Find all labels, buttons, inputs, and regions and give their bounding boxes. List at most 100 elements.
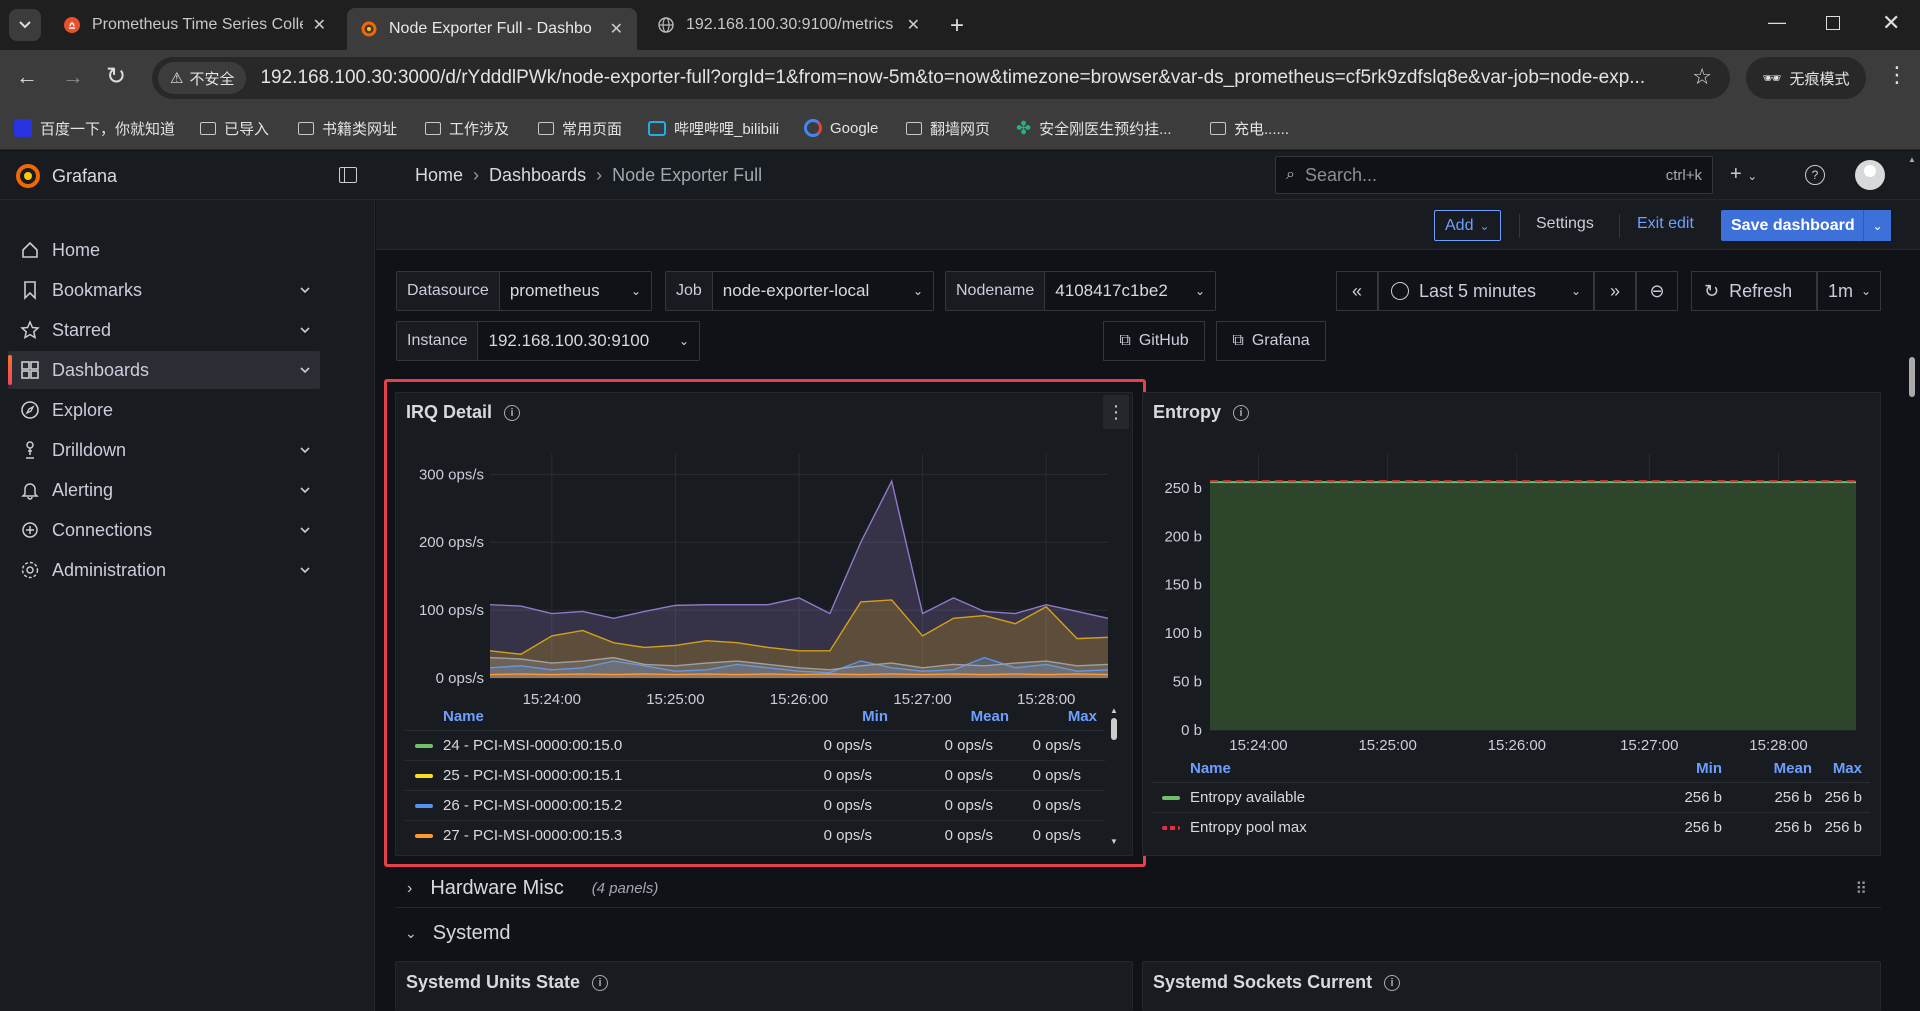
star-icon[interactable]: ☆	[1692, 64, 1712, 90]
legend-row[interactable]: 25 - PCI-MSI-0000:00:15.1 0 ops/s 0 ops/s 0…	[405, 760, 1105, 789]
chevron-down-icon[interactable]	[298, 361, 312, 382]
incognito-chip[interactable]: 🕶 无痕模式	[1746, 57, 1866, 99]
legend-row[interactable]: 24 - PCI-MSI-0000:00:15.0 0 ops/s 0 ops/s 0…	[405, 730, 1105, 759]
row-systemd[interactable]: ⌄ Systemd	[395, 915, 1881, 951]
save-dashboard-button[interactable]: Save dashboard	[1721, 210, 1865, 241]
refresh-button[interactable]: ↻ Refresh	[1691, 271, 1817, 311]
bookmark-folder[interactable]: 书籍类网址	[298, 116, 397, 140]
info-icon[interactable]: i	[592, 974, 609, 991]
legend-row[interactable]: Entropy available 256 b 256 b 256 b	[1152, 782, 1870, 811]
row-hardware-misc[interactable]: › Hardware Misc (4 panels) ⠿	[395, 870, 1881, 908]
nodename-variable[interactable]: Nodename 4108417c1be2 ⌄	[945, 271, 1216, 311]
chevron-down-icon[interactable]	[298, 561, 312, 582]
info-icon[interactable]: i	[504, 404, 521, 421]
legend-row[interactable]: 26 - PCI-MSI-0000:00:15.2 0 ops/s 0 ops/s 0…	[405, 790, 1105, 819]
legend-header-min[interactable]: Min	[1696, 760, 1722, 777]
legend-row[interactable]: 27 - PCI-MSI-0000:00:15.3 0 ops/s 0 ops/s 0…	[405, 820, 1105, 849]
zoom-out-button[interactable]: ⊖	[1636, 271, 1678, 311]
sidebar-item-drilldown[interactable]: Drilldown	[8, 431, 320, 469]
omnibox[interactable]: ⚠ 不安全 192.168.100.30:3000/d/rYdddlPWk/nod…	[152, 57, 1730, 99]
security-chip[interactable]: ⚠ 不安全	[158, 62, 247, 94]
entropy-chart[interactable]: 0 b 50 b 100 b 150 b 200 b 250 b 15:24:00 15:25…	[1150, 440, 1875, 760]
time-back-button[interactable]: «	[1336, 271, 1378, 311]
legend-header-min[interactable]: Min	[862, 708, 888, 725]
chevron-down-icon[interactable]	[298, 481, 312, 502]
github-link[interactable]: ⧉ GitHub	[1103, 321, 1205, 361]
chevron-down-icon[interactable]	[298, 321, 312, 342]
restore-button[interactable]	[1826, 16, 1840, 30]
bookmark-folder[interactable]: 翻墙网页	[906, 116, 990, 140]
close-icon[interactable]: ✕	[610, 19, 623, 39]
bookmark-folder[interactable]: 充电......	[1210, 116, 1289, 140]
reload-button[interactable]: ↻	[106, 62, 126, 91]
panel-menu-button[interactable]: ⋮	[1103, 395, 1129, 429]
info-icon[interactable]: i	[1384, 974, 1401, 991]
grafana-link[interactable]: ⧉ Grafana	[1216, 321, 1326, 361]
job-variable[interactable]: Job node-exporter-local ⌄	[665, 271, 934, 311]
sidebar-item-bookmarks[interactable]: Bookmarks	[8, 271, 320, 309]
new-menu-button[interactable]: + ⌄	[1730, 163, 1757, 186]
exit-edit-button[interactable]: Exit edit	[1637, 215, 1694, 233]
irq-chart[interactable]: 0 ops/s100 ops/s200 ops/s300 ops/s15:24:…	[400, 440, 1125, 708]
drag-handle-icon[interactable]: ⠿	[1855, 879, 1867, 899]
y-tick-label: 100 ops/s	[419, 602, 484, 619]
chevron-down-icon[interactable]	[298, 281, 312, 302]
tab-search-button[interactable]	[9, 9, 41, 41]
bookmark-folder[interactable]: 工作涉及	[425, 116, 509, 140]
legend-header-max[interactable]: Max	[1068, 708, 1097, 725]
sidebar-item-home[interactable]: Home	[8, 231, 320, 269]
sidebar-item-explore[interactable]: Explore	[8, 391, 320, 429]
close-icon[interactable]: ✕	[907, 15, 920, 35]
add-button[interactable]: Add ⌄	[1434, 210, 1501, 241]
tab-node-exporter[interactable]: Node Exporter Full - Dashbo ✕	[347, 8, 637, 50]
back-button[interactable]: ←	[16, 64, 38, 90]
sidebar-item-starred[interactable]: Starred	[8, 311, 320, 349]
legend-header-mean[interactable]: Mean	[971, 708, 1009, 725]
bookmark-item[interactable]: Google	[804, 116, 878, 140]
url-text[interactable]: 192.168.100.30:3000/d/rYdddlPWk/node-exp…	[260, 67, 1670, 89]
help-icon[interactable]: ?	[1805, 165, 1825, 185]
sidebar-item-connections[interactable]: Connections	[8, 511, 320, 549]
bookmark-item[interactable]: 百度一下，你就知道	[14, 116, 175, 140]
legend-header-max[interactable]: Max	[1833, 760, 1862, 777]
bookmark-item[interactable]: ✤ 安全刚医生预约挂...	[1016, 116, 1172, 140]
tab-metrics[interactable]: 192.168.100.30:9100/metrics ✕	[644, 8, 934, 42]
legend-header-name[interactable]: Name	[1190, 760, 1231, 777]
legend-header-mean[interactable]: Mean	[1774, 760, 1812, 777]
time-range-picker[interactable]: Last 5 minutes ⌄	[1378, 271, 1594, 311]
page-scrollbar[interactable]: ▲	[1904, 151, 1920, 1011]
chevron-down-icon[interactable]	[298, 441, 312, 462]
chevron-down-icon[interactable]	[298, 521, 312, 542]
sidebar-item-alerting[interactable]: Alerting	[8, 471, 320, 509]
datasource-variable[interactable]: Datasource prometheus ⌄	[396, 271, 652, 311]
info-icon[interactable]: i	[1233, 404, 1250, 421]
bookmark-item[interactable]: 哔哩哔哩_bilibili	[648, 116, 779, 140]
search-shortcut: ctrl+k	[1665, 166, 1702, 184]
legend-row[interactable]: Entropy pool max 256 b 256 b 256 b	[1152, 812, 1870, 841]
row-panel-count: (4 panels)	[591, 880, 659, 897]
settings-button[interactable]: Settings	[1536, 215, 1594, 233]
save-options-button[interactable]: ⌄	[1863, 210, 1891, 241]
instance-variable[interactable]: Instance 192.168.100.30:9100 ⌄	[396, 321, 700, 361]
search-input[interactable]: ⌕ Search... ctrl+k	[1275, 156, 1713, 194]
sidebar-item-dashboards[interactable]: Dashboards	[8, 351, 320, 389]
sidebar-item-administration[interactable]: Administration	[8, 551, 320, 589]
dock-menu-icon[interactable]	[339, 167, 357, 183]
grafana-logo[interactable]: Grafana	[14, 162, 117, 190]
breadcrumb-dashboards[interactable]: Dashboards	[489, 165, 586, 186]
refresh-interval-picker[interactable]: 1m ⌄	[1817, 271, 1881, 311]
bookmark-folder[interactable]: 常用页面	[538, 116, 622, 140]
minimize-button[interactable]: —	[1768, 12, 1786, 33]
breadcrumb-home[interactable]: Home	[415, 165, 463, 186]
menu-icon[interactable]: ⋮	[1886, 62, 1908, 88]
avatar[interactable]	[1855, 160, 1885, 190]
new-tab-button[interactable]: +	[950, 12, 964, 40]
forward-button[interactable]: →	[62, 64, 84, 90]
bookmark-folder[interactable]: 已导入	[200, 116, 269, 140]
time-forward-button[interactable]: »	[1594, 271, 1636, 311]
close-icon[interactable]: ✕	[313, 15, 326, 35]
legend-header-name[interactable]: Name	[443, 708, 484, 725]
legend-scrollbar[interactable]: ▲ ▼	[1108, 706, 1120, 846]
tab-prometheus[interactable]: Prometheus Time Series Colle ✕	[50, 8, 340, 42]
window-close-button[interactable]: ✕	[1882, 10, 1900, 36]
